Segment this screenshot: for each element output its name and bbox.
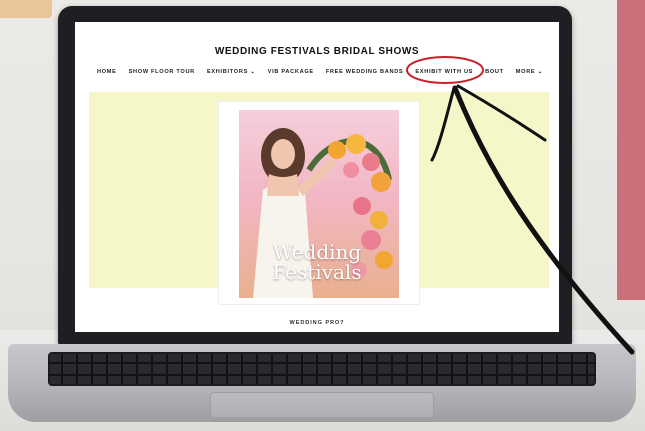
nav-exhibitors[interactable]: EXHIBITORS ⌄ — [207, 69, 256, 75]
flyer-title-line2: Festivals — [272, 260, 362, 284]
laptop-trackpad — [210, 392, 434, 418]
flyer-title: Wedding Festivals — [239, 242, 397, 282]
laptop-keyboard — [48, 352, 596, 386]
nav-about[interactable]: BOUT — [485, 69, 504, 75]
bride-flyer-image: Wedding Festivals — [239, 110, 399, 298]
nav-vib-package[interactable]: VIB PACKAGE — [268, 69, 314, 75]
site-title[interactable]: WEDDING FESTIVALS BRIDAL SHOWS — [75, 46, 559, 57]
site-navigation: HOME SHOW FLOOR TOUR EXHIBITORS ⌄ VIB PA… — [97, 66, 557, 78]
background-pink-wall — [617, 0, 645, 300]
nav-free-wedding-bands[interactable]: FREE WEDDING BANDS — [326, 69, 404, 75]
laptop-screen: WEDDING FESTIVALS BRIDAL SHOWS HOME SHOW… — [75, 22, 559, 332]
nav-home[interactable]: HOME — [97, 69, 117, 75]
flyer-title-line1: Wedding — [272, 240, 362, 264]
nav-more[interactable]: MORE ⌄ — [516, 69, 543, 75]
nav-exhibit-with-us[interactable]: EXHIBIT WITH US — [415, 69, 473, 75]
nav-show-floor-tour[interactable]: SHOW FLOOR TOUR — [129, 69, 195, 75]
background-sticky-note — [0, 0, 52, 18]
wedding-pro-link[interactable]: WEDDING PRO? — [75, 320, 559, 326]
